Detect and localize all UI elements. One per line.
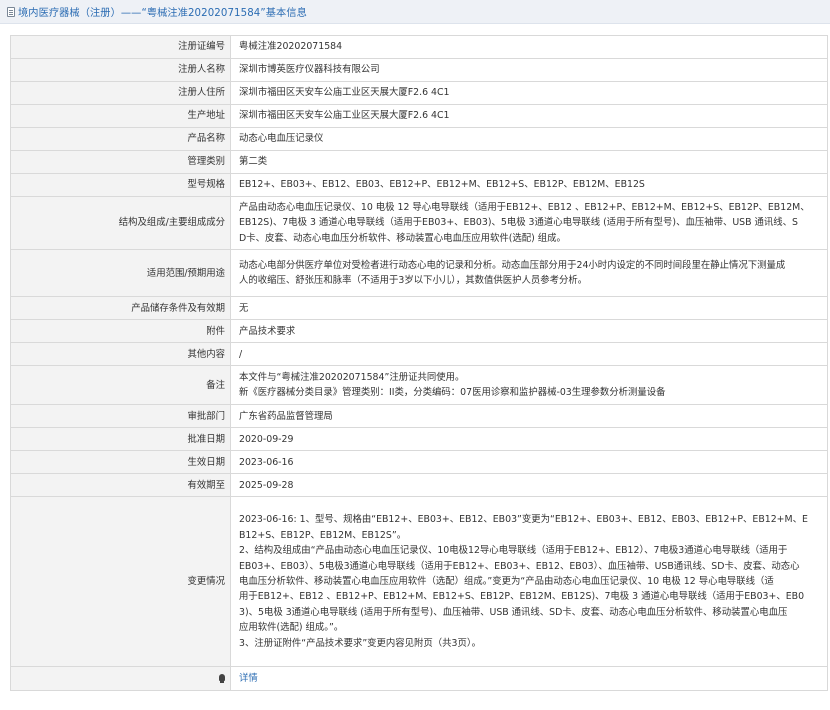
table-row: 备注 本文件与“粤械注准20202071584”注册证共同使用。 新《医疗器械分… [10, 365, 828, 406]
text-line: D卡、皮套、动态心电血压分析软件、移动装置心电血压应用软件(选配) 组成。 [239, 232, 566, 244]
page-title: 境内医疗器械（注册）——“粤械注准20202071584”基本信息 [18, 8, 307, 19]
attachment-value: 产品技术要求 [230, 319, 828, 344]
intended-use-value: 动态心电部分供医疗单位对受检者进行动态心电的记录和分析。动态血压部分用于24小时… [230, 249, 828, 298]
table-row: 产品储存条件及有效期 无 [10, 296, 828, 321]
text-line: 动态心电部分供医疗单位对受检者进行动态心电的记录和分析。动态血压部分用于24小时… [239, 259, 786, 271]
basic-info-table: 注册证编号 粤械注准20202071584 注册人名称 深圳市博英医疗仪器科技有… [10, 35, 828, 692]
row-label-storage-validity: 产品储存条件及有效期 [10, 296, 231, 321]
table-row: 详情 [10, 666, 828, 692]
table-row: 变更情况 2023-06-16: 1、型号、规格由“EB12+、EB03+、EB… [10, 496, 828, 668]
text-line: EB12S)、7电极 3 通道心电导联线（适用于EB03+、EB03)、5电极 … [239, 217, 798, 229]
table-row: 产品名称 动态心电血压记录仪 [10, 127, 828, 151]
row-label-production-address: 生产地址 [10, 104, 231, 128]
management-category-value: 第二类 [230, 150, 828, 174]
row-label-structure-composition: 结构及组成/主要组成成分 [10, 195, 231, 251]
registration-number-value: 粤械注准20202071584 [230, 35, 828, 59]
table-row: 管理类别 第二类 [10, 150, 828, 174]
text-line: EB03+、EB03）、5电极3通道心电导联线（适用于EB12+、EB03+、E… [239, 560, 800, 572]
registrant-address-value: 深圳市福田区天安车公庙工业区天展大厦F2.6 4C1 [230, 81, 828, 105]
lightbulb-icon [219, 674, 225, 684]
row-label-registrant-address: 注册人住所 [10, 81, 231, 105]
row-label-approval-date: 批准日期 [10, 427, 231, 452]
row-label-effective-date: 生效日期 [10, 450, 231, 475]
text-line: 人的收缩压、舒张压和脉率（不适用于3岁以下小儿），其数值供医护人员参考分析。 [239, 275, 588, 287]
row-label-attachment: 附件 [10, 319, 231, 344]
remarks-value: 本文件与“粤械注准20202071584”注册证共同使用。 新《医疗器械分类目录… [230, 365, 828, 406]
text-line: B12+S、EB12P、EB12M、EB12S”。 [239, 529, 407, 541]
details-cell: 详情 [230, 666, 828, 692]
text-line: 3)、5电极 3通道心电导联线 (适用于所有型号)、血压袖带、USB 通讯线、S… [239, 606, 788, 618]
row-label-model-spec: 型号规格 [10, 173, 231, 197]
row-label-valid-until: 有效期至 [10, 473, 231, 498]
approval-date-value: 2020-09-29 [230, 427, 828, 452]
effective-date-value: 2023-06-16 [230, 450, 828, 475]
table-row: 注册人住所 深圳市福田区天安车公庙工业区天展大厦F2.6 4C1 [10, 81, 828, 105]
basic-info-table-container: 注册证编号 粤械注准20202071584 注册人名称 深圳市博英医疗仪器科技有… [10, 35, 828, 692]
structure-composition-value: 产品由动态心电血压记录仪、10 电极 12 导心电导联线（适用于EB12+、EB… [230, 195, 828, 251]
text-line: 新《医疗器械分类目录》管理类别：II类，分类编码：07医用诊察和监护器械-03生… [239, 387, 666, 399]
row-label-remarks: 备注 [10, 365, 231, 406]
row-label-intended-use: 适用范围/预期用途 [10, 249, 231, 298]
row-label-change-history: 变更情况 [10, 496, 231, 668]
table-row: 生产地址 深圳市福田区天安车公庙工业区天展大厦F2.6 4C1 [10, 104, 828, 128]
valid-until-value: 2025-09-28 [230, 473, 828, 498]
model-spec-value: EB12+、EB03+、EB12、EB03、EB12+P、EB12+M、EB12… [230, 173, 828, 197]
row-label-registrant-name: 注册人名称 [10, 58, 231, 82]
table-row: 其他内容 / [10, 342, 828, 367]
table-row: 生效日期 2023-06-16 [10, 450, 828, 475]
approval-department-value: 广东省药品监督管理局 [230, 404, 828, 429]
table-row: 附件 产品技术要求 [10, 319, 828, 344]
product-name-value: 动态心电血压记录仪 [230, 127, 828, 151]
table-row: 型号规格 EB12+、EB03+、EB12、EB03、EB12+P、EB12+M… [10, 173, 828, 197]
page-header: 境内医疗器械（注册）——“粤械注准20202071584”基本信息 [0, 0, 830, 24]
text-line: 产品由动态心电血压记录仪、10 电极 12 导心电导联线（适用于EB12+、EB… [239, 202, 810, 213]
details-link[interactable]: 详情 [239, 673, 258, 684]
text-line: 2、结构及组成由“产品由动态心电血压记录仪、10电极12导心电导联线（适用于EB… [239, 545, 788, 557]
text-line: 3、注册证附件“产品技术要求”变更内容见附页（共3页）。 [239, 637, 481, 649]
table-row: 有效期至 2025-09-28 [10, 473, 828, 498]
production-address-value: 深圳市福田区天安车公庙工业区天展大厦F2.6 4C1 [230, 104, 828, 128]
row-label-tip [10, 666, 231, 692]
row-label-product-name: 产品名称 [10, 127, 231, 151]
table-row: 结构及组成/主要组成成分 产品由动态心电血压记录仪、10 电极 12 导心电导联… [10, 195, 828, 251]
storage-validity-value: 无 [230, 296, 828, 321]
row-label-other-content: 其他内容 [10, 342, 231, 367]
text-line: 2023-06-16: 1、型号、规格由“EB12+、EB03+、EB12、EB… [239, 514, 808, 526]
text-line: 电血压分析软件、移动装置心电血压应用软件（选配）组成。”变更为“产品由动态心电血… [239, 576, 774, 588]
row-label-registration-number: 注册证编号 [10, 35, 231, 59]
table-row: 审批部门 广东省药品监督管理局 [10, 404, 828, 429]
row-label-management-category: 管理类别 [10, 150, 231, 174]
table-row: 适用范围/预期用途 动态心电部分供医疗单位对受检者进行动态心电的记录和分析。动态… [10, 249, 828, 298]
text-line: 用于EB12+、EB12 、EB12+P、EB12+M、EB12+S、EB12P… [239, 591, 805, 603]
table-row: 注册人名称 深圳市博英医疗仪器科技有限公司 [10, 58, 828, 82]
table-row: 批准日期 2020-09-29 [10, 427, 828, 452]
text-line: 本文件与“粤械注准20202071584”注册证共同使用。 [239, 371, 465, 383]
table-row: 注册证编号 粤械注准20202071584 [10, 35, 828, 59]
text-line: 应用软件(选配) 组成。”。 [239, 622, 344, 634]
other-content-value: / [230, 342, 828, 367]
document-icon [7, 6, 15, 17]
registrant-name-value: 深圳市博英医疗仪器科技有限公司 [230, 58, 828, 82]
change-history-value: 2023-06-16: 1、型号、规格由“EB12+、EB03+、EB12、EB… [230, 496, 828, 668]
row-label-approval-department: 审批部门 [10, 404, 231, 429]
